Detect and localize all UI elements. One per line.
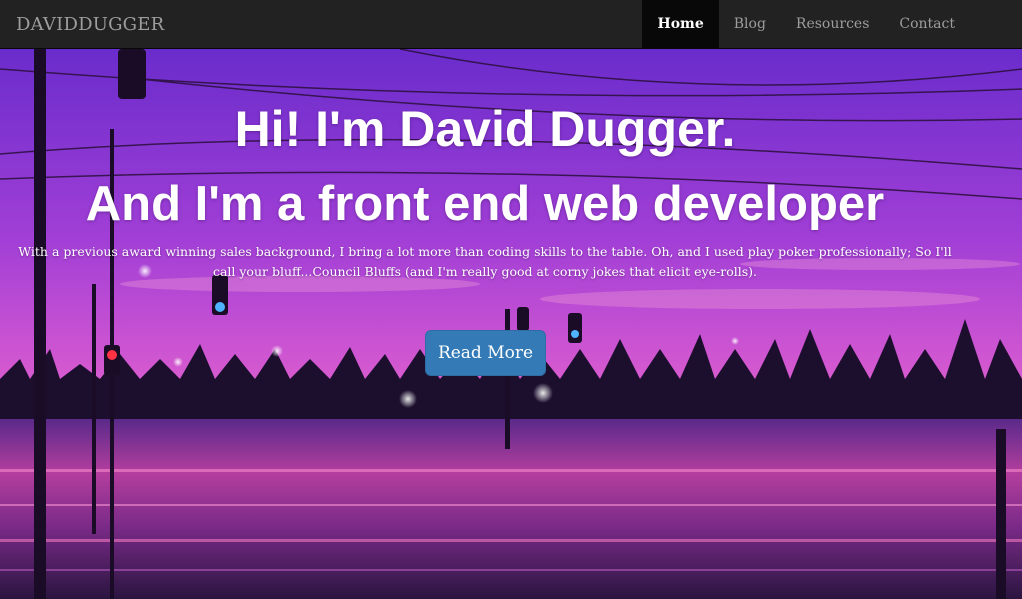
navbar: DAVIDDUGGER Home Blog Resources Contact	[0, 0, 1022, 49]
nav-item-blog: Blog	[719, 0, 781, 49]
nav-link-resources[interactable]: Resources	[781, 0, 884, 49]
intro-paragraph: With a previous award winning sales back…	[18, 244, 952, 279]
nav-link-home[interactable]: Home	[642, 0, 719, 49]
nav-item-resources: Resources	[781, 0, 884, 49]
nav-item-contact: Contact	[884, 0, 970, 49]
brand-link[interactable]: DAVIDDUGGER	[16, 0, 164, 49]
headline-role: And I'm a front end web developer	[85, 177, 885, 231]
hero-section: Hi! I'm David Dugger. And I'm a front en…	[0, 49, 1022, 599]
nav-menu: Home Blog Resources Contact	[642, 0, 970, 49]
read-more-button[interactable]: Read More	[425, 330, 546, 376]
nav-item-home: Home	[642, 0, 719, 49]
nav-link-blog[interactable]: Blog	[719, 0, 781, 49]
headline-greeting: Hi! I'm David Dugger.	[234, 101, 736, 157]
nav-link-contact[interactable]: Contact	[884, 0, 970, 49]
